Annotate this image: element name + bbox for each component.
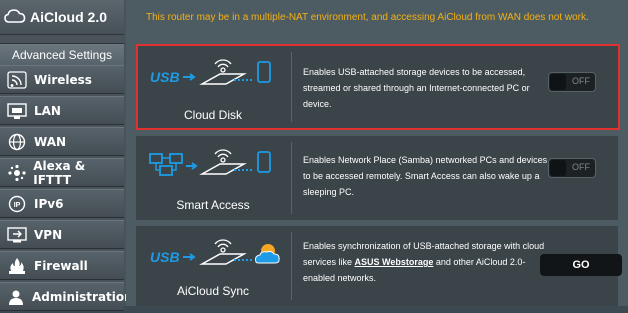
lan-icon bbox=[6, 102, 28, 120]
sidebar-item-ipv6[interactable]: IP IPv6 bbox=[0, 189, 124, 218]
toggle-state: OFF bbox=[572, 162, 590, 172]
aicloud-icon bbox=[4, 7, 26, 28]
warning-text: This router may be in a multiple-NAT env… bbox=[146, 12, 589, 23]
sidebar-item-wireless[interactable]: Wireless bbox=[0, 65, 124, 94]
sidebar-item-lan[interactable]: LAN bbox=[0, 96, 124, 125]
sidebar-item-aicloud[interactable]: AiCloud 2.0 bbox=[0, 0, 124, 35]
vpn-icon bbox=[6, 226, 28, 244]
svg-text:IP: IP bbox=[14, 202, 21, 209]
sidebar-menu: Wireless LAN WAN Alexa & IFTTT IP IPv6 V… bbox=[0, 65, 133, 313]
sidebar-item-administration[interactable]: Administration bbox=[0, 282, 133, 311]
smart-access-label: Smart Access bbox=[176, 198, 250, 212]
firewall-icon bbox=[6, 257, 28, 275]
sidebar-item-firewall[interactable]: Firewall bbox=[0, 251, 124, 280]
sidebar-item-label: LAN bbox=[34, 103, 61, 118]
cloud-disk-description: Enables USB-attached storage devices to … bbox=[303, 67, 530, 109]
sidebar-item-label: AiCloud 2.0 bbox=[30, 9, 108, 25]
aicloud-sync-description: Enables synchronization of USB-attached … bbox=[303, 241, 545, 283]
sidebar-item-wan[interactable]: WAN bbox=[0, 127, 124, 156]
sidebar-item-label: Alexa & IFTTT bbox=[33, 158, 86, 187]
sidebar: AiCloud 2.0 Advanced Settings Wireless L… bbox=[0, 0, 133, 311]
sidebar-item-label: Wireless bbox=[34, 72, 92, 87]
asus-webstorage-link[interactable]: ASUS Webstorage bbox=[355, 257, 434, 267]
smart-access-description: Enables Network Place (Samba) networked … bbox=[303, 155, 548, 197]
wan-globe-icon bbox=[6, 133, 28, 151]
cloud-disk-toggle[interactable]: OFF bbox=[548, 72, 596, 92]
sidebar-item-label: Firewall bbox=[34, 258, 88, 273]
svg-text:USB: USB bbox=[150, 69, 180, 85]
usb-to-device-icon: USB bbox=[150, 59, 271, 85]
sidebar-item-label: WAN bbox=[34, 134, 67, 149]
sidebar-item-vpn[interactable]: VPN bbox=[0, 220, 124, 249]
ipv6-icon: IP bbox=[6, 195, 28, 213]
wireless-icon bbox=[6, 70, 28, 89]
advanced-settings-header: Advanced Settings bbox=[0, 43, 124, 67]
sidebar-item-alexa[interactable]: Alexa & IFTTT bbox=[0, 158, 124, 187]
alexa-icon bbox=[6, 164, 27, 182]
toggle-state: OFF bbox=[572, 76, 590, 86]
administration-icon bbox=[6, 288, 26, 306]
network-place-icon bbox=[149, 149, 271, 176]
aicloud-sync-card: USB AiCloud Sync Enables synchronization… bbox=[136, 226, 622, 306]
smart-access-card: Smart Access Enables Network Place (Samb… bbox=[136, 136, 618, 220]
sidebar-item-label: Administration bbox=[32, 289, 133, 304]
go-button[interactable]: GO bbox=[540, 254, 622, 276]
sidebar-item-label: VPN bbox=[34, 227, 63, 242]
aicloud-sync-label: AiCloud Sync bbox=[176, 284, 250, 298]
sidebar-item-label: IPv6 bbox=[34, 196, 64, 211]
svg-text:USB: USB bbox=[150, 249, 180, 265]
usb-to-cloud-icon: USB bbox=[150, 239, 280, 265]
cloud-disk-card: USB Cloud Disk Enables USB-attached stor… bbox=[136, 46, 618, 128]
smart-access-toggle[interactable]: OFF bbox=[548, 158, 596, 178]
cloud-disk-label: Cloud Disk bbox=[183, 108, 243, 122]
